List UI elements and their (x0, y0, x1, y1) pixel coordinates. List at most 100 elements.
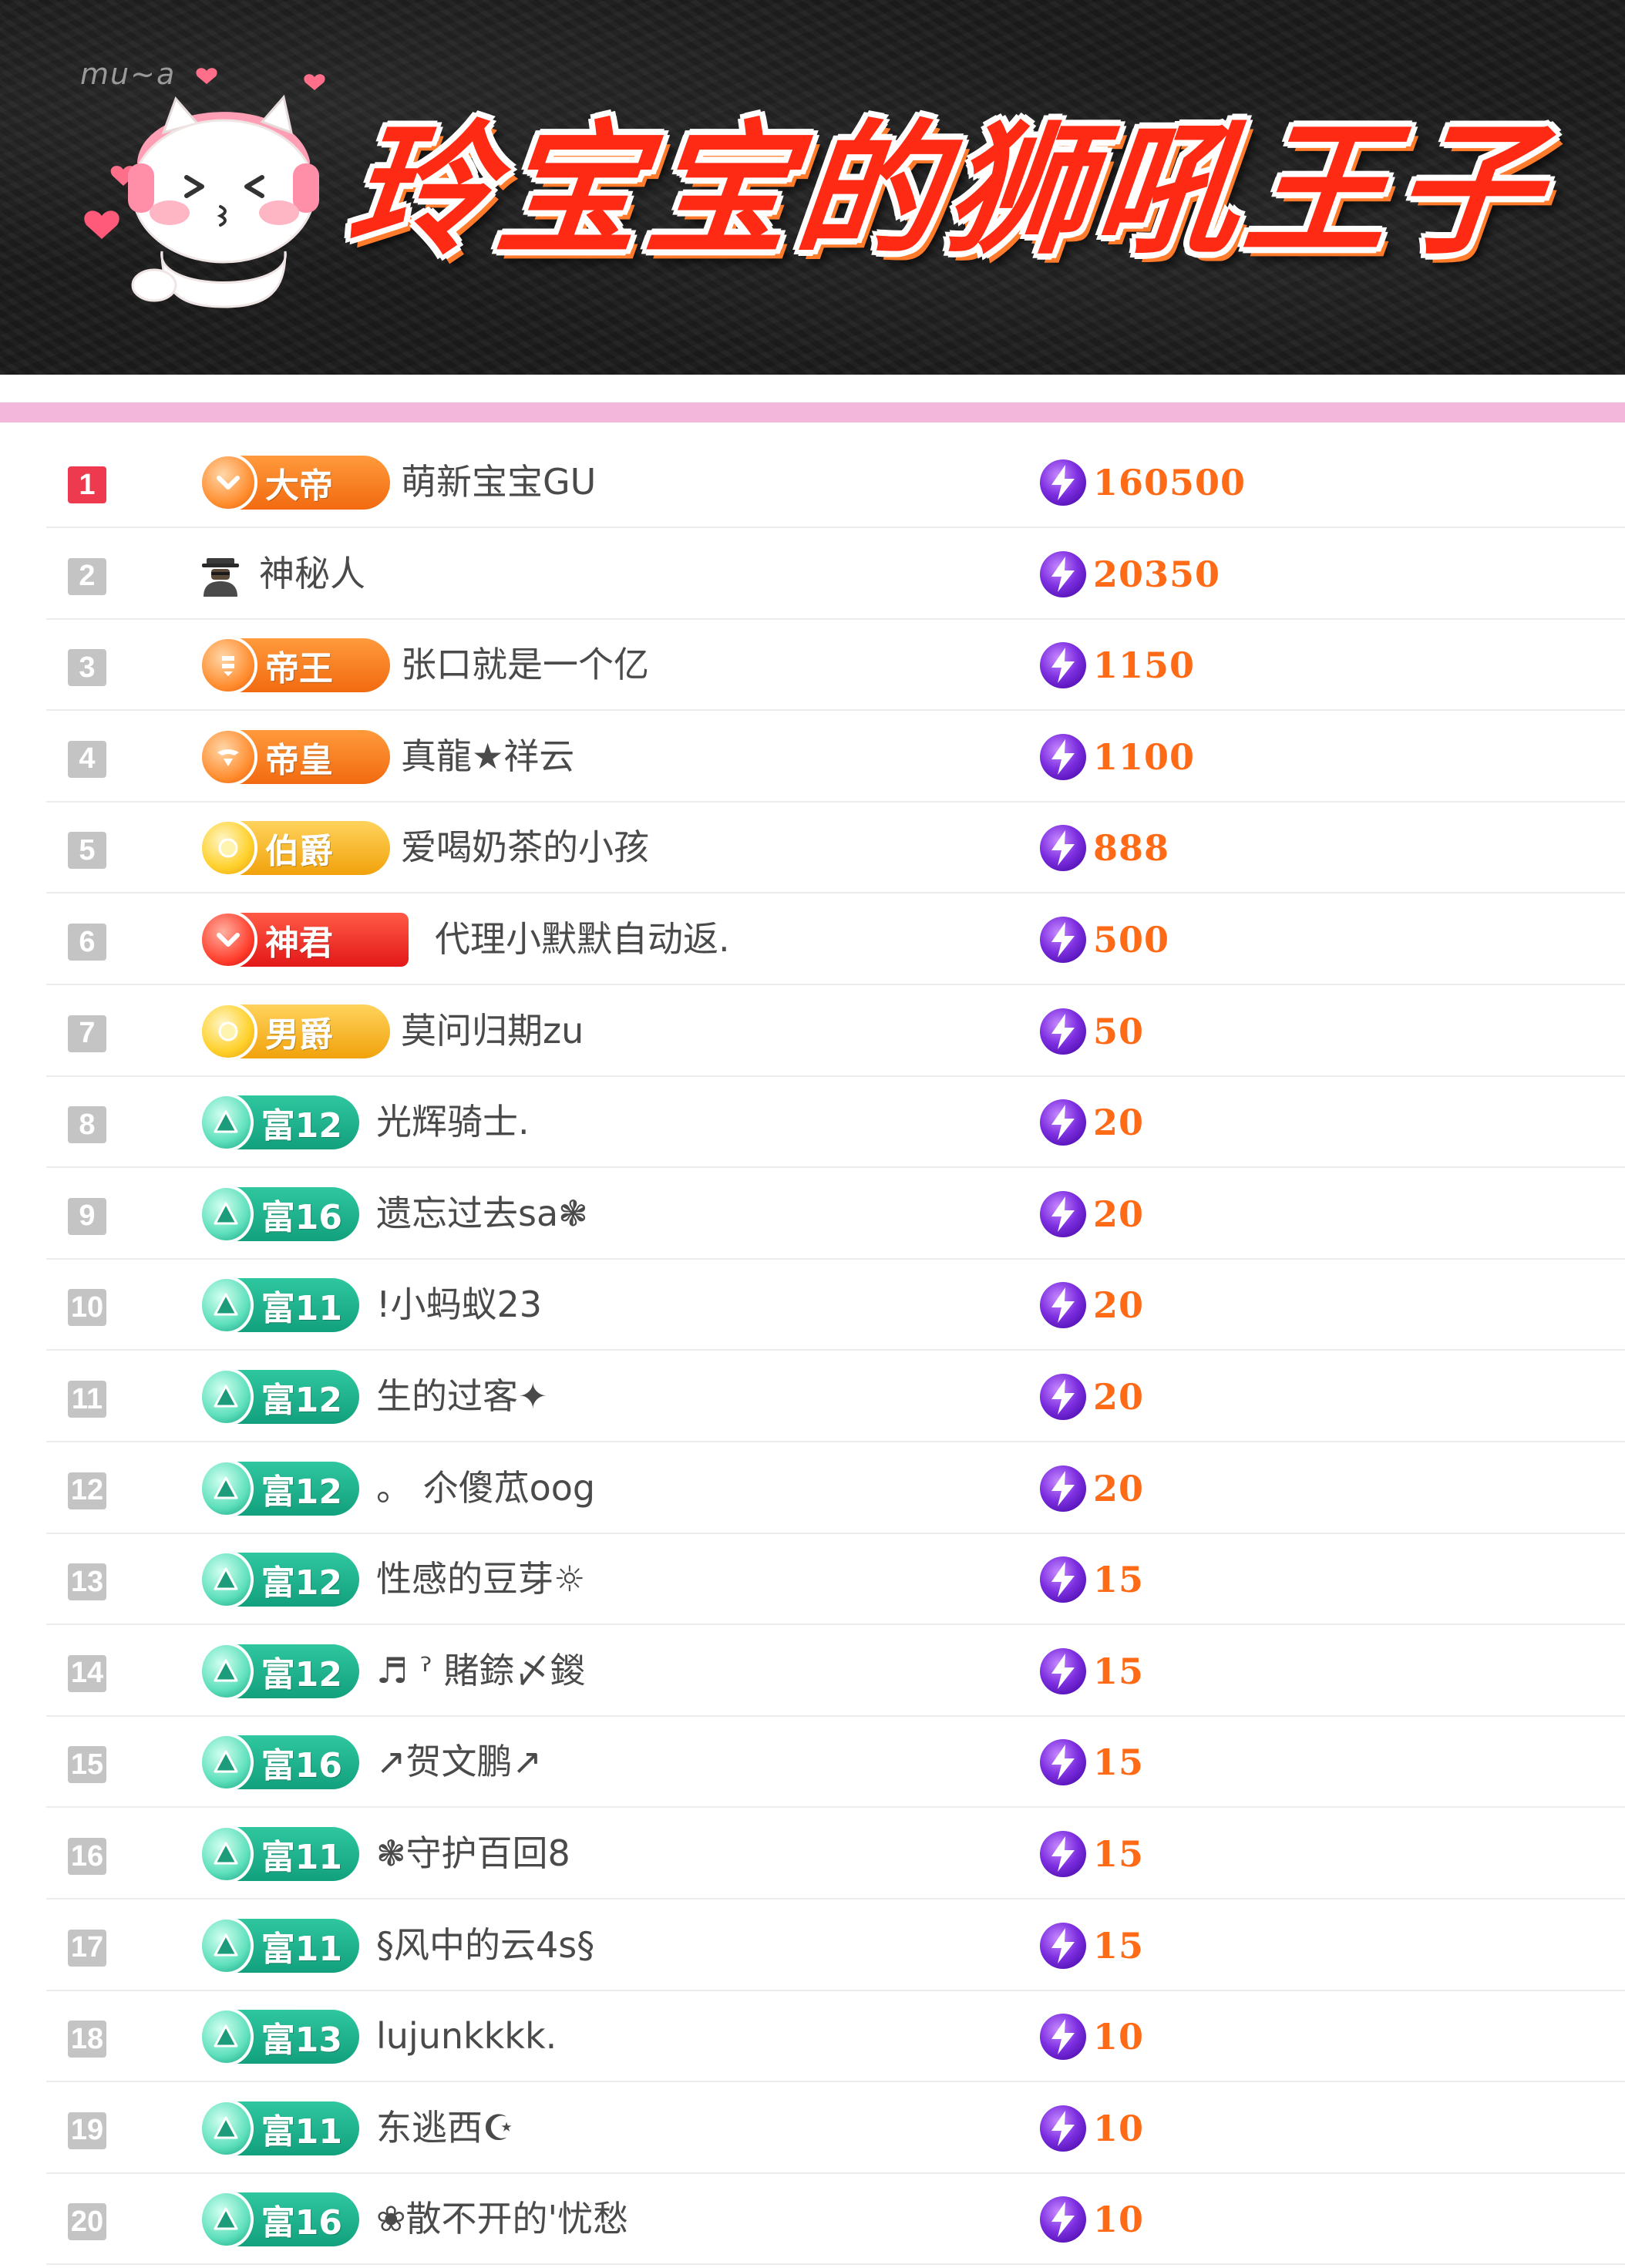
user-name[interactable]: 代理小默默自动返. (435, 917, 730, 961)
score-value: 20350 (1093, 553, 1221, 595)
user-name[interactable]: !小蚂蚁23 (376, 1283, 542, 1326)
user-name[interactable]: 性感的豆芽☼ (376, 1557, 585, 1600)
lightning-coin-icon (1040, 1008, 1086, 1055)
level-badge: 大帝 (199, 453, 390, 512)
table-row[interactable]: 8 富12 光辉骑士. 20 (46, 1075, 1625, 1169)
user-name[interactable]: 张口就是一个亿 (401, 643, 649, 686)
level-badge: 富11 (199, 1916, 359, 1975)
level-badge-label: 富12 (261, 1381, 342, 1420)
table-row[interactable]: 2 神秘人 20350 (46, 527, 1625, 620)
user-name[interactable]: 真龍★祥云 (401, 735, 574, 778)
table-row[interactable]: 7 男爵 莫问归期zu 50 (46, 984, 1625, 1077)
lightning-coin-icon (1040, 1099, 1086, 1146)
score-value: 20 (1093, 1193, 1145, 1235)
user-name[interactable]: ❃守护百回8 (376, 1832, 570, 1875)
lightning-coin-icon (1040, 1465, 1086, 1512)
score-value: 1150 (1093, 644, 1196, 687)
score: 20 (1038, 1280, 1144, 1331)
table-row[interactable]: 12 富12 。 尒傻苽oog 20 (46, 1442, 1625, 1534)
triangle-icon (199, 2098, 254, 2158)
user-name[interactable]: 莫问归期zu (401, 1009, 584, 1052)
table-row[interactable]: 5 伯爵 爱喝奶茶的小孩 888 (46, 801, 1625, 894)
user-name[interactable]: ↗贺文鹏↗ (376, 1740, 542, 1783)
mascot-cat-icon (84, 68, 325, 308)
score: 15 (1038, 1646, 1144, 1697)
level-badge: 富16 (199, 1184, 359, 1243)
level-badge: 富12 (199, 1641, 359, 1701)
table-row[interactable]: 13 富12 性感的豆芽☼ 15 (46, 1533, 1625, 1626)
level-badge-label: 富16 (261, 1197, 342, 1237)
triangle-icon (199, 1825, 254, 1883)
level-badge-label: 富11 (261, 2112, 342, 2152)
score-value: 500 (1093, 919, 1170, 961)
score-value: 50 (1093, 1010, 1145, 1052)
orb-icon (199, 1001, 257, 1061)
table-row[interactable]: 16 富11 ❃守护百回8 15 (46, 1807, 1625, 1900)
chevron-down-icon (199, 453, 257, 512)
level-badge: 富13 (199, 2007, 359, 2067)
user-name[interactable]: 东逃西☪ (376, 2106, 514, 2149)
triangle-icon (199, 1368, 254, 1426)
table-row[interactable]: 19 富11 东逃西☪ 10 (46, 2081, 1625, 2174)
score: 10 (1038, 2103, 1144, 2154)
table-row[interactable]: 4 帝皇 真龍★祥云 1100 (46, 710, 1625, 803)
rank-number: 5 (68, 832, 106, 870)
table-row[interactable]: 14 富12 ♬ ˀ 賭錼〆鍐 15 (46, 1624, 1625, 1717)
table-row[interactable]: 20 富16 ❀散不开的'忧愁 10 (46, 2172, 1625, 2266)
user-name[interactable]: ♬ ˀ 賭錼〆鍐 (376, 1649, 586, 1692)
table-row[interactable]: 3 帝王 张口就是一个亿 1150 (46, 618, 1625, 712)
score-value: 15 (1093, 1650, 1145, 1692)
lightning-coin-icon (1040, 642, 1086, 689)
score-value: 10 (1093, 2199, 1145, 2241)
level-badge-label: 富16 (261, 1746, 342, 1786)
user-name[interactable]: 遗忘过去sa❃ (376, 1192, 588, 1235)
user-name[interactable]: 萌新宝宝GU (401, 460, 596, 503)
table-row[interactable]: 15 富16 ↗贺文鹏↗ 15 (46, 1715, 1625, 1809)
lightning-coin-icon (1040, 459, 1086, 506)
user-name[interactable]: 爱喝奶茶的小孩 (401, 826, 649, 869)
table-row[interactable]: 9 富16 遗忘过去sa❃ 20 (46, 1167, 1625, 1260)
level-badge-label: 帝皇 (265, 740, 333, 780)
level-badge-label: 富12 (261, 1654, 342, 1694)
user-name[interactable]: 生的过客✦ (376, 1375, 548, 1418)
level-badge-label: 富12 (261, 1472, 342, 1512)
rank-number: 11 (68, 1381, 106, 1418)
triangle-icon (199, 1733, 254, 1792)
score-value: 20 (1093, 1467, 1145, 1509)
level-badge-label: 富11 (261, 1289, 342, 1329)
triangle-icon (199, 1093, 254, 1153)
rank-number: 4 (68, 740, 106, 778)
score-value: 15 (1093, 1559, 1145, 1601)
user-name[interactable]: ❀散不开的'忧愁 (376, 2197, 628, 2240)
score: 1100 (1038, 732, 1195, 782)
lightning-coin-icon (1040, 1282, 1086, 1329)
level-badge: 富12 (199, 1093, 359, 1153)
score: 10 (1038, 2194, 1144, 2245)
table-row[interactable]: 10 富11 !小蚂蚁23 20 (46, 1258, 1625, 1351)
score: 20350 (1038, 549, 1220, 600)
table-row[interactable]: 11 富12 生的过客✦ 20 (46, 1350, 1625, 1442)
score: 10 (1038, 2011, 1144, 2062)
score-value: 15 (1093, 1924, 1145, 1967)
triangle-icon (199, 1550, 254, 1610)
level-badge-label: 大帝 (265, 466, 333, 506)
user-name[interactable]: §风中的云4s§ (376, 1923, 594, 1967)
user-name[interactable]: lujunkkkk. (376, 2014, 557, 2058)
user-name[interactable]: 光辉骑士. (376, 1100, 530, 1143)
rank-number: 9 (68, 1197, 106, 1235)
level-badge: 男爵 (199, 1001, 390, 1061)
banner-title: 玲宝宝的狮吼王子 (339, 105, 1554, 274)
lightning-coin-icon (1040, 1374, 1086, 1420)
table-row[interactable]: 18 富13 lujunkkkk. 10 (46, 1990, 1625, 2083)
table-row[interactable]: 6 神君 代理小默默自动返. 500 (46, 893, 1625, 985)
table-row[interactable]: 17 富11 §风中的云4s§ 15 (46, 1899, 1625, 1991)
lightning-coin-icon (1040, 1190, 1086, 1237)
rank-number: 7 (68, 1015, 106, 1052)
table-row[interactable]: 1 大帝 萌新宝宝GU 160500 (46, 436, 1625, 528)
rank-number: 14 (68, 1654, 106, 1692)
user-name[interactable]: 神秘人 (259, 552, 365, 595)
score: 50 (1038, 1006, 1144, 1057)
level-badge: 伯爵 (199, 819, 390, 878)
user-name[interactable]: 。 尒傻苽oog (376, 1466, 595, 1509)
rank-number: 13 (68, 1563, 106, 1601)
